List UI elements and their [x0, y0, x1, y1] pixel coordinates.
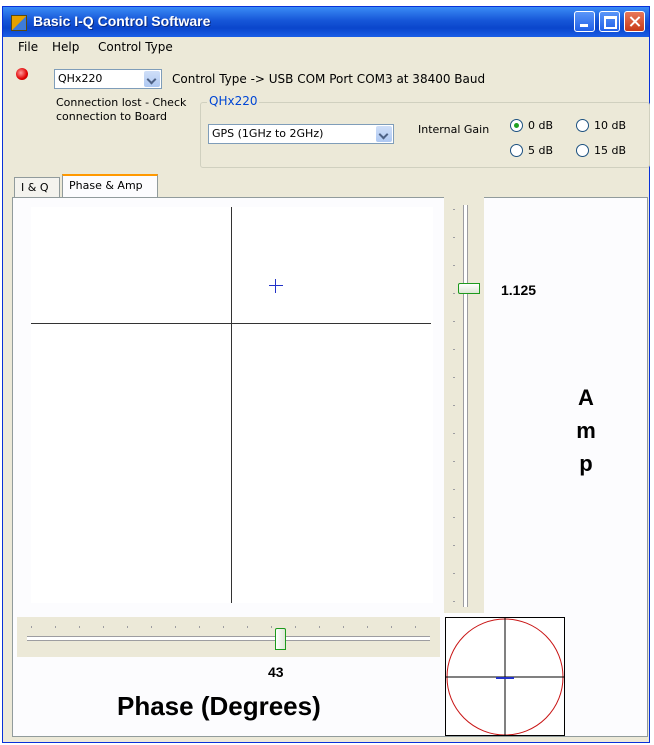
minimize-button[interactable] — [574, 11, 595, 32]
menu-file[interactable]: File — [18, 40, 38, 54]
phase-slider-rail[interactable] — [27, 636, 430, 641]
slider-tick — [295, 626, 296, 628]
gain-radio-5db[interactable] — [510, 144, 523, 157]
connection-status-text-2: connection to Board — [56, 110, 167, 123]
iq-plot-area — [31, 207, 433, 603]
tab-phase-amp[interactable]: Phase & Amp — [62, 174, 158, 197]
slider-tick — [453, 489, 455, 490]
gain-option-label: 10 dB — [594, 119, 627, 132]
gain-radio-15db[interactable] — [576, 144, 589, 157]
slider-tick — [271, 626, 272, 628]
polar-plot — [446, 618, 564, 736]
slider-tick — [127, 626, 128, 628]
amp-slider-rail[interactable] — [463, 205, 468, 607]
slider-tick — [391, 626, 392, 628]
slider-tick — [175, 626, 176, 628]
plot-axis-vertical — [231, 207, 232, 603]
internal-gain-label: Internal Gain — [418, 123, 490, 136]
window-title: Basic I-Q Control Software — [33, 13, 211, 29]
slider-tick — [367, 626, 368, 628]
phase-slider[interactable] — [17, 617, 440, 657]
amp-slider-thumb[interactable] — [458, 283, 480, 294]
slider-tick — [453, 461, 455, 462]
slider-tick — [453, 433, 455, 434]
gain-option-label: 5 dB — [528, 144, 554, 157]
slider-tick — [453, 573, 455, 574]
connection-status-light — [16, 68, 28, 80]
slider-tick — [343, 626, 344, 628]
chevron-down-icon[interactable] — [144, 71, 160, 87]
gain-option-label: 0 dB — [528, 119, 554, 132]
slider-tick — [453, 321, 455, 322]
chevron-down-icon[interactable] — [376, 126, 392, 142]
slider-tick — [415, 626, 416, 628]
slider-tick — [453, 209, 455, 210]
slider-tick — [103, 626, 104, 628]
gain-option-label: 15 dB — [594, 144, 627, 157]
band-select[interactable]: GPS (1GHz to 2GHz) — [208, 124, 394, 144]
amp-value: 1.125 — [501, 282, 537, 298]
menu-help[interactable]: Help — [52, 40, 79, 54]
slider-tick — [453, 545, 455, 546]
title-bar[interactable]: Basic I-Q Control Software — [3, 7, 649, 37]
amp-axis-letter: m — [576, 418, 596, 443]
slider-tick — [453, 265, 455, 266]
amp-slider[interactable] — [444, 197, 484, 613]
slider-tick — [319, 626, 320, 628]
slider-tick — [247, 626, 248, 628]
amp-axis-letter: A — [578, 385, 594, 410]
group-title: QHx220 — [207, 94, 260, 108]
polar-display — [445, 617, 565, 736]
signal-marker-icon — [269, 279, 283, 293]
phase-value: 43 — [268, 664, 284, 680]
slider-tick — [55, 626, 56, 628]
slider-tick — [453, 517, 455, 518]
slider-tick — [453, 293, 455, 294]
slider-tick — [79, 626, 80, 628]
phase-axis-title: Phase (Degrees) — [117, 691, 321, 721]
slider-tick — [453, 237, 455, 238]
device-select[interactable]: QHx220 — [54, 69, 162, 89]
close-button[interactable] — [624, 11, 645, 32]
slider-tick — [453, 405, 455, 406]
menu-bar: File Help Control Type — [0, 36, 654, 56]
tab-i-q[interactable]: I & Q — [14, 177, 60, 197]
slider-tick — [199, 626, 200, 628]
connection-status-text-1: Connection lost - Check — [56, 96, 187, 109]
app-icon — [11, 15, 27, 31]
slider-tick — [223, 626, 224, 628]
gain-radio-10db[interactable] — [576, 119, 589, 132]
band-select-value: GPS (1GHz to 2GHz) — [212, 127, 324, 140]
device-select-value: QHx220 — [58, 72, 103, 85]
control-type-text: Control Type -> USB COM Port COM3 at 384… — [172, 72, 486, 86]
slider-tick — [453, 601, 455, 602]
slider-tick — [453, 349, 455, 350]
slider-tick — [151, 626, 152, 628]
slider-tick — [31, 626, 32, 628]
gain-radio-0db[interactable] — [510, 119, 523, 132]
menu-control-type[interactable]: Control Type — [98, 40, 173, 54]
slider-tick — [453, 377, 455, 378]
amp-axis-letter: p — [579, 451, 593, 476]
maximize-button[interactable] — [599, 11, 620, 32]
phase-slider-thumb[interactable] — [275, 628, 286, 650]
